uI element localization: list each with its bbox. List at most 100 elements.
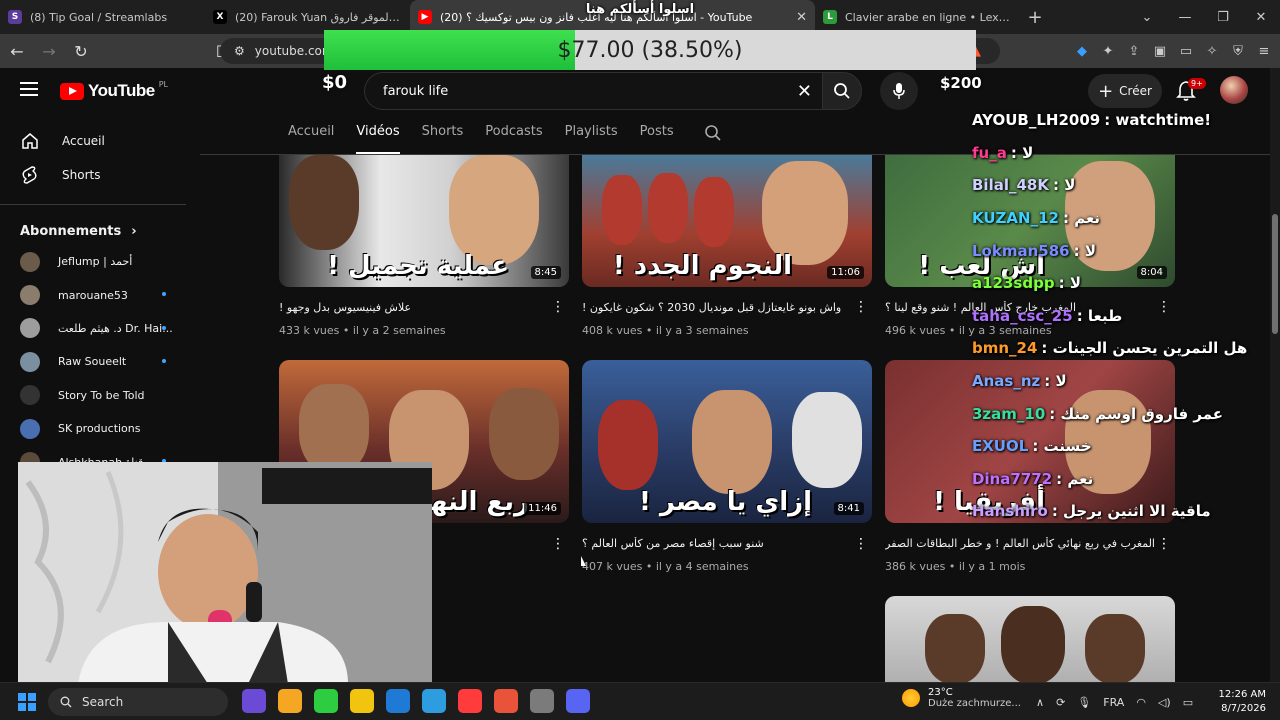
taskbar-app-icon[interactable]	[566, 689, 590, 713]
browser-tab[interactable]: S (8) Tip Goal / Streamlabs	[0, 0, 205, 34]
new-tab-button[interactable]: +	[1020, 2, 1050, 32]
taskbar-search[interactable]: Search	[48, 688, 228, 716]
video-title[interactable]: المغرب في ربع نهائي كأس العالم ! و خطر ا…	[885, 537, 1155, 550]
tab-shorts[interactable]: Shorts	[422, 124, 464, 154]
more-options-icon[interactable]: ⋮	[854, 299, 868, 315]
taskbar-app-icon[interactable]	[422, 689, 446, 713]
wallet-icon[interactable]: ▭	[1178, 43, 1194, 59]
video-card[interactable]: النجوم الجدد ! 11:06 واش بونو غايعتازل ق…	[582, 155, 872, 337]
video-card[interactable]: عملية تجميل ! 8:45 علاش فينيسيوس بدل وجه…	[279, 155, 569, 337]
video-title[interactable]: علاش فينيسيوس بدل وجهو !	[279, 301, 549, 314]
video-title[interactable]: شنو سبب إقصاء مصر من كأس العالم ؟	[582, 537, 852, 550]
channel-search-icon[interactable]	[704, 124, 722, 142]
browser-tab[interactable]: L Clavier arabe en ligne • Lexilogos	[815, 0, 1020, 34]
subscription-item[interactable]: SK productions	[0, 412, 200, 445]
youtube-logo[interactable]: YouTube PL	[60, 80, 168, 101]
channel-name: marouane53	[58, 288, 128, 302]
menu-icon[interactable]: ≡	[1256, 43, 1272, 59]
sidebar-item-shorts[interactable]: Shorts	[0, 158, 200, 192]
taskbar-app-icon[interactable]	[386, 689, 410, 713]
youtube-play-icon	[60, 82, 84, 100]
donation-goal-progress: $77.00 (38.50%)	[557, 37, 743, 63]
shorts-icon	[22, 166, 37, 184]
thumbnail-face	[449, 155, 539, 265]
tab-home[interactable]: Accueil	[288, 124, 334, 154]
more-options-icon[interactable]: ⋮	[854, 536, 868, 552]
forward-icon[interactable]: →	[40, 42, 58, 61]
menu-hamburger-icon[interactable]	[20, 82, 38, 96]
back-icon[interactable]: ←	[8, 42, 26, 61]
site-info-icon[interactable]: ⚙	[234, 44, 245, 58]
clear-search-icon[interactable]: ✕	[797, 81, 812, 102]
taskbar-app-icon[interactable]	[530, 689, 554, 713]
subscription-item[interactable]: Raw Soueelt	[0, 345, 200, 378]
video-card[interactable]: إزاي يا مصر ! 8:41 شنو سبب إقصاء مصر من …	[582, 360, 872, 573]
subscription-item[interactable]: Story To be Told	[0, 379, 200, 412]
scrollbar-thumb[interactable]	[1272, 214, 1278, 334]
close-window-button[interactable]: ✕	[1242, 10, 1280, 25]
search-button[interactable]	[822, 72, 862, 110]
subscription-item[interactable]: marouane53	[0, 278, 200, 311]
chat-text: : لا	[1052, 176, 1076, 195]
video-title[interactable]: واش بونو غايعتازل قبل مونديال 2030 ؟ شكو…	[582, 301, 852, 314]
channel-name: Raw Soueelt	[58, 355, 127, 369]
share-icon[interactable]: ⇪	[1126, 43, 1142, 59]
tab-playlists[interactable]: Playlists	[565, 124, 618, 154]
chat-text: : لا	[1010, 143, 1034, 162]
volume-icon[interactable]: ◁)	[1158, 696, 1171, 709]
tray-app-icon[interactable]: ⟳	[1056, 696, 1065, 709]
browser-tab[interactable]: X (20) Farouk Yuan الموقر فاروق (@Teto	[205, 0, 410, 34]
create-button[interactable]: + Créer	[1088, 74, 1162, 108]
battery-icon[interactable]: ▭	[1183, 696, 1193, 709]
taskbar-app-icon[interactable]	[350, 689, 374, 713]
account-avatar[interactable]	[1220, 76, 1248, 104]
page-scrollbar[interactable]	[1270, 68, 1280, 682]
video-meta: 386 k vues • il y a 1 mois	[885, 560, 1026, 573]
tray-chevron-icon[interactable]: ∧	[1036, 696, 1044, 709]
tab-search-icon[interactable]: ⌄	[1128, 10, 1166, 25]
more-options-icon[interactable]: ⋮	[1157, 536, 1171, 552]
taskbar-app-icon[interactable]	[314, 689, 338, 713]
close-tab-icon[interactable]: ✕	[796, 10, 807, 25]
video-thumbnail[interactable]: إزاي يا مصر ! 8:41	[582, 360, 872, 523]
video-thumbnail[interactable]: النجوم الجدد ! 11:06	[582, 155, 872, 287]
taskbar-app-icon[interactable]	[494, 689, 518, 713]
video-thumbnail[interactable]	[885, 596, 1175, 682]
microphone-icon[interactable]: 🎙︎	[1077, 696, 1091, 709]
language-indicator[interactable]: FRA	[1103, 696, 1124, 709]
search-input[interactable]: farouk life ✕	[364, 72, 824, 110]
taskbar-app-icon[interactable]	[278, 689, 302, 713]
taskbar-app-icon[interactable]	[458, 689, 482, 713]
translate-icon[interactable]: ◆	[1074, 43, 1090, 59]
more-options-icon[interactable]: ⋮	[551, 299, 565, 315]
channel-avatar	[20, 285, 40, 306]
sidebar-icon[interactable]: ▣	[1152, 43, 1168, 59]
video-duration: 11:46	[524, 502, 561, 515]
vpn-icon[interactable]: ⛨	[1230, 43, 1246, 59]
reload-icon[interactable]: ↻	[72, 42, 90, 61]
taskbar-app-icon[interactable]	[242, 689, 266, 713]
subscription-item[interactable]: د. هيثم طلعت Dr. Hai...	[0, 312, 200, 345]
subscription-item[interactable]: Jeflump | أحمد	[0, 245, 200, 278]
voice-search-button[interactable]	[880, 72, 918, 110]
taskbar-weather[interactable]: 23°C Duże zachmurze...	[902, 687, 1021, 709]
windows-start-icon[interactable]	[18, 693, 36, 711]
tab-videos[interactable]: Vidéos	[356, 124, 400, 154]
weather-temp: 23°C	[928, 687, 953, 698]
minimize-button[interactable]: —	[1166, 10, 1204, 25]
video-card[interactable]	[885, 596, 1175, 682]
streamer-webcam	[18, 462, 432, 684]
sidebar-item-home[interactable]: Accueil	[0, 124, 200, 158]
tab-posts[interactable]: Posts	[640, 124, 674, 154]
chat-message: Hanshiro: ماقية الا اثنين يرجل	[972, 495, 1272, 528]
more-options-icon[interactable]: ⋮	[551, 536, 565, 552]
leo-ai-icon[interactable]: ✧	[1204, 43, 1220, 59]
video-thumbnail[interactable]: عملية تجميل ! 8:45	[279, 155, 569, 287]
wifi-icon[interactable]: ◠	[1136, 696, 1146, 709]
maximize-button[interactable]: ❐	[1204, 10, 1242, 25]
system-tray: ∧ ⟳ 🎙︎ FRA ◠ ◁) ▭	[1036, 683, 1193, 720]
extensions-icon[interactable]: ✦	[1100, 43, 1116, 59]
sidebar-subscriptions-heading[interactable]: Abonnements ›	[0, 217, 200, 245]
taskbar-clock[interactable]: 12:26 AM 8/7/2026	[1219, 688, 1266, 716]
tab-podcasts[interactable]: Podcasts	[485, 124, 542, 154]
